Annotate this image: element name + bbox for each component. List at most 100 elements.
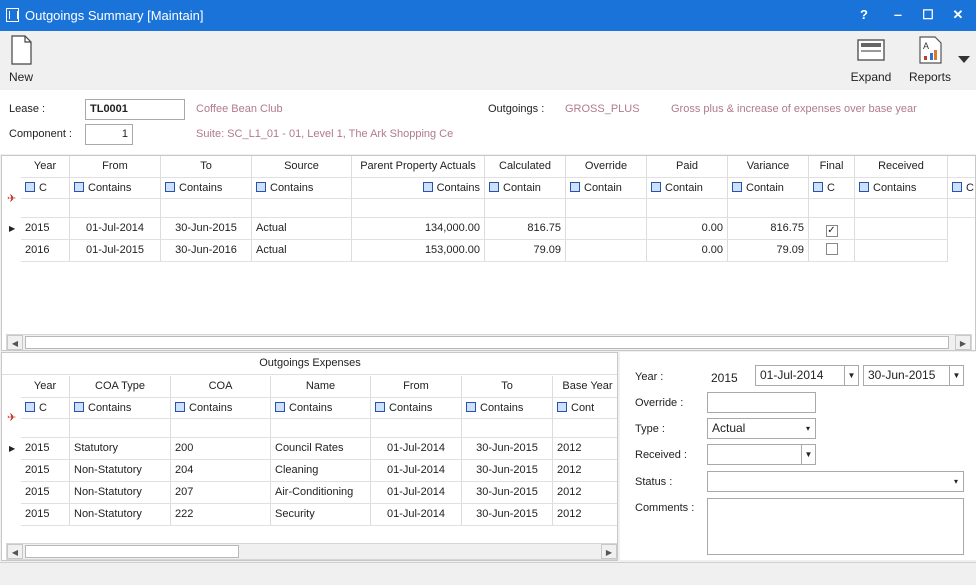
table-cell[interactable]: 30-Jun-2016: [161, 240, 252, 262]
column-header-final[interactable]: Final: [809, 156, 855, 178]
table-cell[interactable]: Statutory: [70, 438, 171, 460]
filter-operator-icon[interactable]: [74, 402, 84, 412]
table-cell[interactable]: 816.75: [485, 218, 566, 240]
column-header-paid[interactable]: Paid: [647, 156, 728, 178]
table-cell[interactable]: 01-Jul-2015: [70, 240, 161, 262]
filter-value-cell[interactable]: [809, 199, 855, 218]
column-header-from[interactable]: From: [371, 376, 462, 398]
filter-cell[interactable]: Contains: [161, 178, 252, 199]
table-cell[interactable]: Actual: [252, 240, 352, 262]
scroll-left-icon[interactable]: ◀: [7, 335, 23, 350]
pin-icon[interactable]: ✈: [7, 411, 16, 424]
to-date-picker[interactable]: 30-Jun-2015 ▼: [863, 365, 964, 386]
filter-operator-icon[interactable]: [557, 402, 567, 412]
filter-cell[interactable]: C: [21, 398, 70, 419]
comments-textarea[interactable]: [707, 498, 964, 555]
filter-operator-icon[interactable]: [813, 182, 823, 192]
filter-operator-icon[interactable]: [175, 402, 185, 412]
table-cell[interactable]: 30-Jun-2015: [462, 460, 553, 482]
filter-cell[interactable]: Contains: [371, 398, 462, 419]
column-header-calculated[interactable]: Calculated: [485, 156, 566, 178]
filter-value-cell[interactable]: [728, 199, 809, 218]
table-cell[interactable]: 0.00: [647, 218, 728, 240]
table-cell[interactable]: 200: [171, 438, 271, 460]
column-header-coa[interactable]: COA: [171, 376, 271, 398]
table-cell[interactable]: 30-Jun-2015: [462, 482, 553, 504]
column-header-variance[interactable]: Variance: [728, 156, 809, 178]
filter-value-cell[interactable]: [462, 419, 553, 438]
filter-cell[interactable]: Contains: [252, 178, 352, 199]
filter-cell[interactable]: C: [948, 178, 975, 199]
table-cell[interactable]: 2012: [553, 504, 617, 526]
filter-cell[interactable]: Contain: [485, 178, 566, 199]
filter-value-cell[interactable]: [371, 419, 462, 438]
table-cell[interactable]: 01-Jul-2014: [371, 504, 462, 526]
scroll-thumb[interactable]: [25, 545, 239, 558]
column-header-override[interactable]: Override: [566, 156, 647, 178]
table-cell[interactable]: 01-Jul-2014: [371, 482, 462, 504]
column-header-name[interactable]: Name: [271, 376, 371, 398]
filter-value-cell[interactable]: [948, 199, 975, 218]
column-header-base-year[interactable]: Base Year: [553, 376, 617, 398]
table-cell[interactable]: 153,000.00: [352, 240, 485, 262]
filter-operator-icon[interactable]: [859, 182, 869, 192]
filter-operator-icon[interactable]: [74, 182, 84, 192]
column-header-source[interactable]: Source: [252, 156, 352, 178]
column-header-parent-property-actuals[interactable]: Parent Property Actuals: [352, 156, 485, 178]
column-header-received[interactable]: Received: [855, 156, 948, 178]
table-cell[interactable]: 222: [171, 504, 271, 526]
column-header-year[interactable]: Year: [21, 376, 70, 398]
table-cell[interactable]: Non-Statutory: [70, 482, 171, 504]
filter-cell[interactable]: Contains: [70, 398, 171, 419]
filter-value-cell[interactable]: [553, 419, 617, 438]
filter-cell[interactable]: Cont: [553, 398, 617, 419]
table-cell[interactable]: 2015: [21, 482, 70, 504]
filter-operator-icon[interactable]: [275, 402, 285, 412]
filter-value-cell[interactable]: [21, 419, 70, 438]
maximize-button[interactable]: ☐: [916, 5, 940, 25]
filter-operator-icon[interactable]: [466, 402, 476, 412]
chevron-down-icon[interactable]: ▼: [801, 445, 815, 464]
table-cell[interactable]: Council Rates: [271, 438, 371, 460]
filter-cell[interactable]: Contains: [271, 398, 371, 419]
table-cell[interactable]: 2012: [553, 460, 617, 482]
filter-cell[interactable]: Contains: [171, 398, 271, 419]
expenses-horizontal-scrollbar[interactable]: ◀ ▶: [6, 543, 617, 560]
filter-value-cell[interactable]: [171, 419, 271, 438]
chevron-down-icon[interactable]: ▾: [949, 472, 963, 491]
chevron-down-icon[interactable]: ▾: [801, 419, 815, 438]
final-checkbox[interactable]: ✓: [825, 225, 838, 237]
filter-cell[interactable]: Contain: [647, 178, 728, 199]
table-cell[interactable]: 01-Jul-2014: [371, 438, 462, 460]
close-button[interactable]: ✕: [946, 5, 970, 25]
received-select[interactable]: ▼: [707, 444, 816, 465]
table-cell[interactable]: 2016: [21, 240, 70, 262]
filter-value-cell[interactable]: [647, 199, 728, 218]
column-header-coa-type[interactable]: COA Type: [70, 376, 171, 398]
filter-cell[interactable]: Contain: [566, 178, 647, 199]
summary-horizontal-scrollbar[interactable]: ◀ ▶: [6, 334, 972, 350]
scroll-thumb[interactable]: [25, 336, 949, 349]
from-date-picker[interactable]: 01-Jul-2014 ▼: [755, 365, 859, 386]
minimize-button[interactable]: ‒: [886, 5, 910, 25]
table-cell[interactable]: 204: [171, 460, 271, 482]
table-cell[interactable]: [566, 218, 647, 240]
table-cell[interactable]: 30-Jun-2015: [462, 504, 553, 526]
scroll-right-icon[interactable]: ▶: [601, 544, 617, 559]
filter-operator-icon[interactable]: [570, 182, 580, 192]
filter-cell[interactable]: Contains: [462, 398, 553, 419]
filter-operator-icon[interactable]: [256, 182, 266, 192]
component-input[interactable]: 1: [85, 124, 133, 145]
help-button[interactable]: ?: [852, 5, 876, 25]
final-checkbox[interactable]: [825, 243, 838, 255]
table-cell[interactable]: 79.09: [728, 240, 809, 262]
reports-dropdown-arrow-icon[interactable]: [958, 56, 970, 63]
filter-cell[interactable]: Contains: [352, 178, 485, 199]
table-cell[interactable]: [855, 240, 948, 262]
filter-cell[interactable]: C: [809, 178, 855, 199]
pin-icon[interactable]: ✈: [7, 192, 16, 205]
filter-value-cell[interactable]: [271, 419, 371, 438]
column-header-from[interactable]: From: [70, 156, 161, 178]
filter-operator-icon[interactable]: [25, 182, 35, 192]
table-cell[interactable]: 2015: [21, 218, 70, 240]
